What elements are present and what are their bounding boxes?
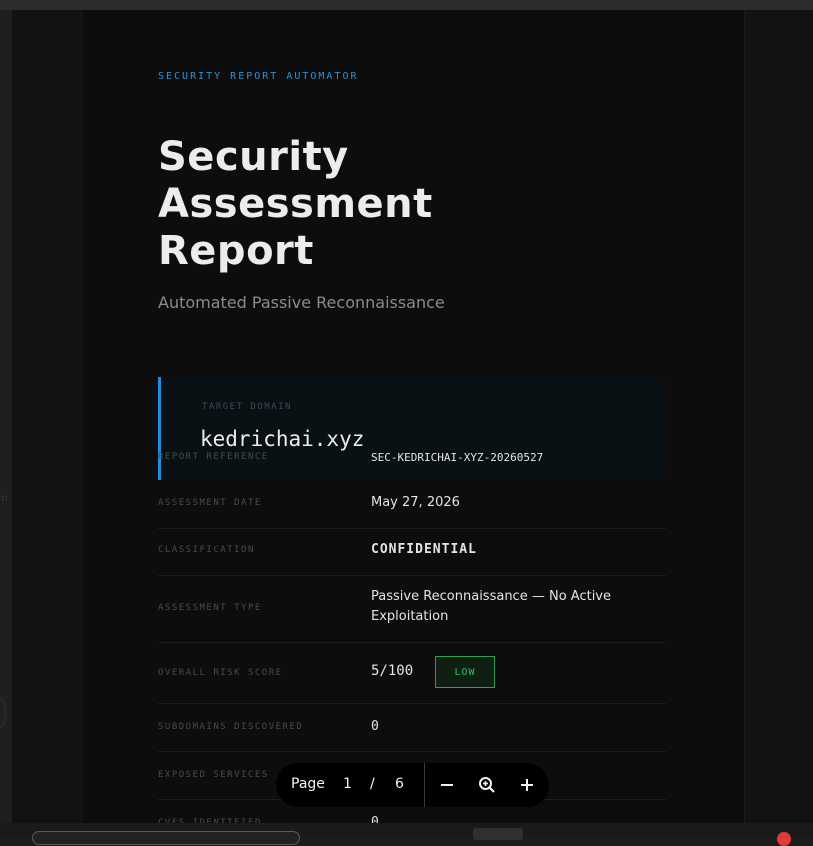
detail-row-assessment-type: ASSESSMENT TYPE Passive Reconnaissance —… (158, 575, 666, 643)
toolbar-divider (424, 763, 425, 807)
report-title: Security Assessment Report (158, 134, 578, 275)
detail-label: OVERALL RISK SCORE (158, 668, 283, 678)
current-page-input[interactable]: 1 (343, 776, 352, 792)
page-navigation-toolbar: Page 1 / 6 (276, 763, 549, 807)
detail-value: Passive Reconnaissance — No Active Explo… (371, 589, 611, 624)
risk-level-badge: LOW (435, 656, 495, 688)
zoom-fit-button[interactable] (475, 773, 499, 797)
taskbar-item[interactable] (473, 828, 523, 840)
page-separator: / (370, 776, 375, 792)
page-label: Page (291, 776, 325, 792)
detail-row-report-reference: REPORT REFERENCE SEC-KEDRICHAI-XYZ-20260… (158, 447, 666, 480)
top-bar (0, 0, 813, 10)
detail-label: SUBDOMAINS DISCOVERED (158, 722, 304, 732)
zoom-magnifier-icon (479, 777, 495, 793)
title-line: Report (158, 228, 314, 274)
detail-label: CLASSIFICATION (158, 545, 255, 555)
classification-value: CONFIDENTIAL (371, 542, 477, 557)
document-page: SECURITY REPORT AUTOMATOR Security Asses… (81, 10, 745, 837)
detail-label: REPORT REFERENCE (158, 452, 269, 462)
title-line: Security (158, 134, 349, 180)
target-domain-label: TARGET DOMAIN (202, 402, 292, 412)
notification-dot[interactable] (777, 832, 791, 846)
detail-label: ASSESSMENT DATE (158, 498, 262, 508)
detail-value: May 27, 2026 (371, 495, 460, 510)
detail-value: 0 (371, 719, 379, 734)
report-kicker: SECURITY REPORT AUTOMATOR (158, 71, 359, 82)
taskbar-tab[interactable] (32, 831, 300, 845)
report-subtitle: Automated Passive Reconnaissance (158, 293, 445, 312)
minus-icon (441, 784, 453, 786)
detail-row-risk-score: OVERALL RISK SCORE 5/100 LOW (158, 642, 666, 704)
zoom-out-button[interactable] (435, 773, 459, 797)
pdf-viewer: SECURITY REPORT AUTOMATOR Security Asses… (12, 10, 813, 837)
detail-label: EXPOSED SERVICES (158, 770, 269, 780)
plus-icon (521, 779, 533, 791)
detail-value: SEC-KEDRICHAI-XYZ-20260527 (371, 451, 544, 464)
risk-score-value: 5/100 (371, 663, 414, 679)
detail-row-subdomains: SUBDOMAINS DISCOVERED 0 (158, 703, 666, 752)
left-panel-edge-glyph: m (0, 493, 8, 504)
detail-row-assessment-date: ASSESSMENT DATE May 27, 2026 (158, 481, 666, 529)
title-line: Assessment (158, 181, 433, 227)
detail-label: ASSESSMENT TYPE (158, 603, 262, 613)
zoom-in-button[interactable] (515, 773, 539, 797)
total-pages: 6 (395, 776, 404, 792)
detail-row-classification: CLASSIFICATION CONFIDENTIAL (158, 528, 666, 576)
